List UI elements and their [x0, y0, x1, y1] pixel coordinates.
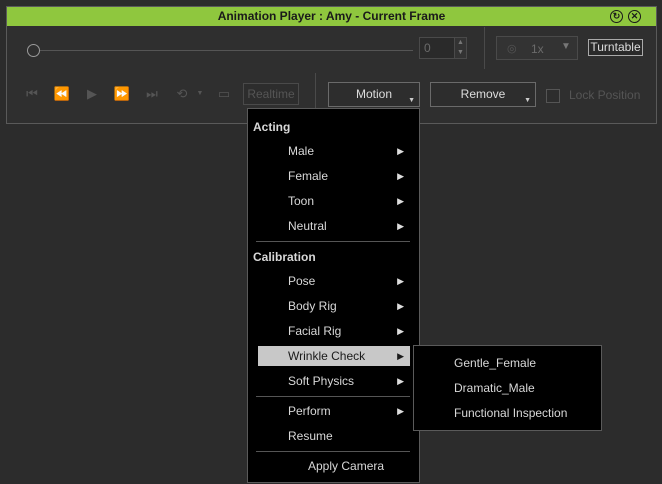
submenu-arrow-icon: ▶	[397, 276, 404, 286]
lock-position-label: Lock Position	[569, 88, 641, 102]
prev-frame-icon[interactable]: ⏪	[53, 85, 71, 103]
chevron-down-icon: ▼	[561, 41, 571, 52]
menu-item-label: Soft Physics	[288, 374, 355, 388]
submenu-arrow-icon: ▶	[397, 326, 404, 336]
animation-player-panel: Animation Player : Amy - Current Frame ↻…	[6, 6, 657, 124]
chevron-down-icon: ▼	[524, 97, 531, 104]
menu-separator	[256, 241, 410, 242]
submenu-item-gentle-female[interactable]: Gentle_Female	[454, 356, 536, 370]
window-title: Animation Player : Amy - Current Frame	[217, 9, 446, 23]
loop-dropdown-icon[interactable]: ▼	[191, 85, 209, 103]
menu-item-label: Female	[288, 169, 329, 183]
remove-button[interactable]: Remove ▼	[430, 82, 536, 107]
next-frame-icon[interactable]: ⏩	[113, 85, 131, 103]
divider	[484, 27, 485, 69]
frame-input[interactable]: 0	[419, 37, 455, 59]
chevron-down-icon: ▼	[408, 97, 415, 104]
last-frame-icon[interactable]: ⏭	[143, 85, 161, 103]
lock-position-checkbox[interactable]	[546, 89, 560, 103]
submenu-arrow-icon: ▶	[397, 376, 404, 386]
menu-item-label: Body Rig	[288, 299, 337, 313]
title-bar: Animation Player : Amy - Current Frame ↻…	[7, 7, 656, 26]
menu-item-pose[interactable]: Pose ▶	[258, 271, 410, 291]
menu-separator	[256, 451, 410, 452]
menu-item-label: Pose	[288, 274, 316, 288]
speed-dropdown[interactable]: ◎ 1x ▼	[496, 36, 578, 60]
spin-down-icon[interactable]: ▼	[455, 48, 466, 58]
subtitle-icon[interactable]: ▭	[215, 85, 233, 103]
loop-icon[interactable]: ⟲	[173, 85, 191, 103]
menu-item-label: Apply Camera	[308, 459, 385, 473]
timeline-slider-knob[interactable]	[27, 44, 40, 57]
menu-item-label: Wrinkle Check	[288, 349, 366, 363]
submenu-arrow-icon: ▶	[397, 146, 404, 156]
speed-value: 1x	[531, 42, 544, 56]
menu-item-label: Perform	[288, 404, 331, 418]
wrinkle-check-submenu: Gentle_Female Dramatic_Male Functional I…	[413, 345, 602, 431]
menu-item-wrinkle-check[interactable]: Wrinkle Check ▶	[258, 346, 410, 366]
realtime-button[interactable]: Realtime	[243, 83, 299, 105]
first-frame-icon[interactable]: ⏮	[23, 85, 41, 103]
motion-menu: Acting Male ▶ Female ▶ Toon ▶ Neutral ▶ …	[247, 108, 420, 483]
submenu-item-dramatic-male[interactable]: Dramatic_Male	[454, 381, 535, 395]
submenu-arrow-icon: ▶	[397, 351, 404, 361]
menu-item-female[interactable]: Female ▶	[258, 166, 410, 186]
menu-item-body-rig[interactable]: Body Rig ▶	[258, 296, 410, 316]
refresh-icon[interactable]: ↻	[610, 10, 623, 23]
menu-item-label: Facial Rig	[288, 324, 342, 338]
menu-header-acting: Acting	[253, 120, 291, 134]
frame-spinner[interactable]: ▲ ▼	[454, 37, 467, 59]
spin-up-icon[interactable]: ▲	[455, 38, 466, 48]
motion-button-label: Motion	[355, 87, 393, 101]
submenu-arrow-icon: ▶	[397, 301, 404, 311]
timeline-slider-track[interactable]	[37, 50, 413, 51]
menu-item-apply-camera[interactable]: Apply Camera	[258, 456, 410, 476]
eye-icon: ◎	[507, 43, 517, 55]
submenu-arrow-icon: ▶	[397, 171, 404, 181]
turntable-button[interactable]: Turntable	[588, 39, 643, 56]
submenu-item-functional-inspection[interactable]: Functional Inspection	[454, 406, 567, 420]
submenu-arrow-icon: ▶	[397, 406, 404, 416]
remove-button-label: Remove	[460, 87, 506, 101]
motion-button[interactable]: Motion ▼	[328, 82, 420, 107]
submenu-arrow-icon: ▶	[397, 196, 404, 206]
menu-item-resume[interactable]: Resume	[258, 426, 410, 446]
menu-item-label: Neutral	[288, 219, 327, 233]
menu-item-perform[interactable]: Perform ▶	[258, 401, 410, 421]
menu-item-neutral[interactable]: Neutral ▶	[258, 216, 410, 236]
close-icon[interactable]: ✕	[628, 10, 641, 23]
menu-item-label: Male	[288, 144, 315, 158]
menu-item-label: Resume	[288, 429, 333, 443]
menu-separator	[256, 396, 410, 397]
menu-item-male[interactable]: Male ▶	[258, 141, 410, 161]
play-icon[interactable]: ▶	[83, 85, 101, 103]
menu-item-soft-physics[interactable]: Soft Physics ▶	[258, 371, 410, 391]
menu-header-calibration: Calibration	[253, 250, 316, 264]
menu-item-facial-rig[interactable]: Facial Rig ▶	[258, 321, 410, 341]
menu-item-label: Toon	[288, 194, 315, 208]
submenu-arrow-icon: ▶	[397, 221, 404, 231]
menu-item-toon[interactable]: Toon ▶	[258, 191, 410, 211]
